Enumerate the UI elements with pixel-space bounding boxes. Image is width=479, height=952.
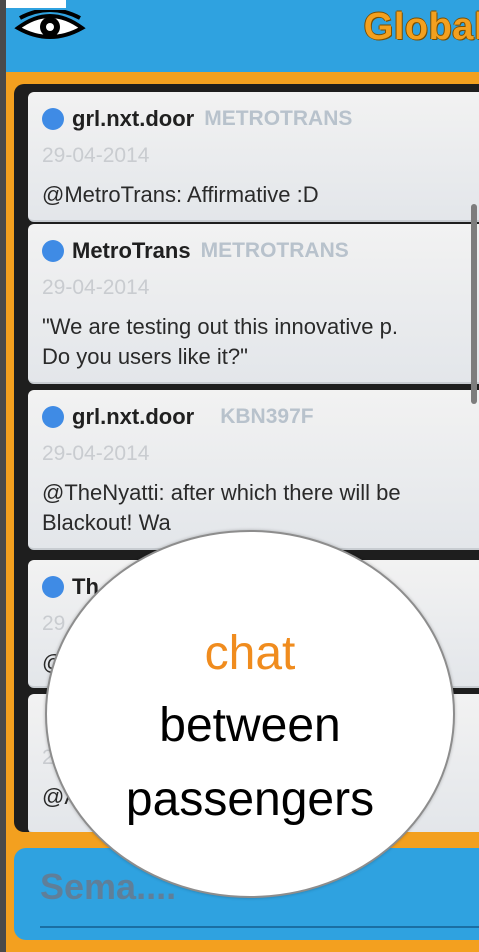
- callout-line-3: passengers: [125, 773, 375, 826]
- avatar-dot-icon: [42, 576, 64, 598]
- avatar-dot-icon: [42, 108, 64, 130]
- message-date: 29-04-2014: [42, 442, 150, 465]
- callout-line-2: between: [159, 699, 341, 752]
- message-route: METROTRANS: [200, 239, 349, 262]
- callout-bubble: chat between passengers: [45, 530, 455, 898]
- message-route: METROTRANS: [204, 107, 353, 130]
- message-user: grl.nxt.door: [72, 106, 195, 131]
- message-item[interactable]: grl.nxt.door METROTRANS 29-04-2014 @Metr…: [28, 92, 479, 222]
- message-text: @MetroTrans: Affirmative :D: [42, 182, 319, 207]
- message-item[interactable]: MetroTrans METROTRANS 29-04-2014 "We are…: [28, 224, 479, 384]
- status-strip: [6, 0, 66, 8]
- message-date: 29-04-2014: [42, 144, 150, 167]
- left-edge: [0, 0, 6, 952]
- avatar-dot-icon: [42, 406, 64, 428]
- callout-line-1: chat: [204, 627, 296, 680]
- avatar-dot-icon: [42, 240, 64, 262]
- feed-scrollbar[interactable]: [471, 204, 477, 404]
- message-text: @TheNyatti: after which there will be Bl…: [42, 480, 401, 535]
- message-user: grl.nxt.door: [72, 404, 195, 429]
- message-user: MetroTrans: [72, 238, 191, 263]
- message-route: KBN397F: [220, 405, 314, 428]
- message-date: 29-04-2014: [42, 276, 150, 299]
- eye-icon[interactable]: [14, 10, 86, 46]
- input-underline: [40, 926, 479, 928]
- message-text: "We are testing out this innovative p. D…: [42, 314, 398, 369]
- message-item[interactable]: grl.nxt.door KBN397F 29-04-2014 @TheNyat…: [28, 390, 479, 550]
- page-title: Global: [363, 6, 479, 48]
